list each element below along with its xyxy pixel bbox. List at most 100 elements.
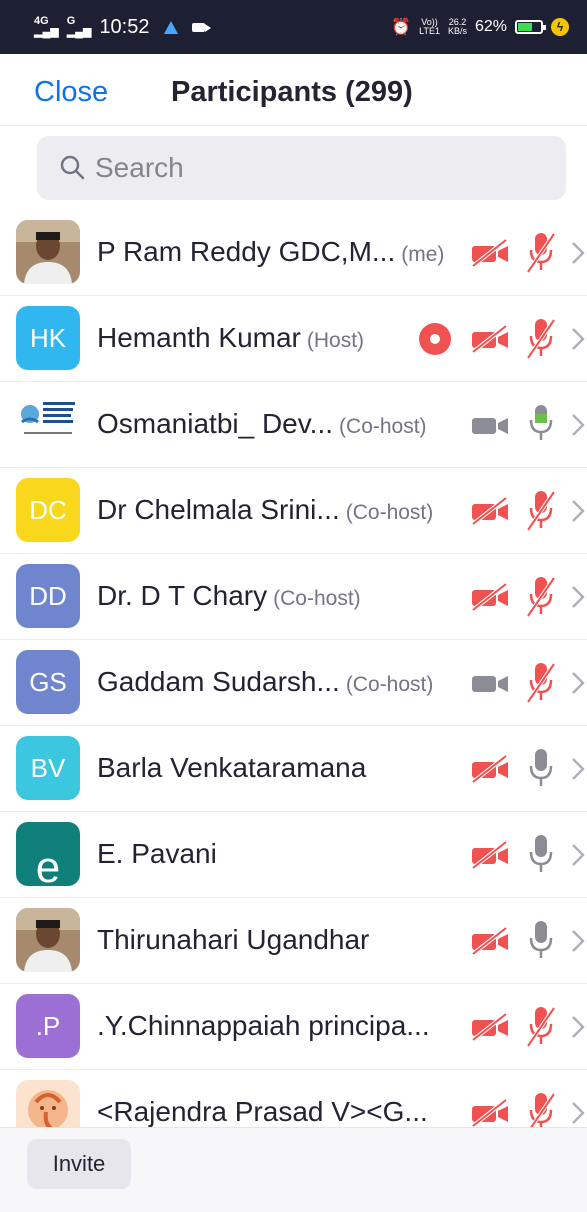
participant-row[interactable]: Thirunahari Ugandhar <box>0 898 587 984</box>
volte-icon: Vo)) LTE1 <box>419 18 440 36</box>
participant-name-text: Dr Chelmala Srini... <box>97 494 340 525</box>
participant-name-text: Thirunahari Ugandhar <box>97 924 370 955</box>
participant-name: Thirunahari Ugandhar <box>97 924 369 956</box>
network-4g-icon: 4G ▂▄▆ <box>34 16 59 38</box>
participant-row[interactable]: BV Barla Venkataramana <box>0 726 587 812</box>
signal-bars-icon: ▂▄▆ <box>66 26 92 38</box>
participant-row[interactable]: .P .Y.Chinnappaiah principa... <box>0 984 587 1070</box>
participant-row[interactable]: DD Dr. D T Chary (Co-host) <box>0 554 587 640</box>
participant-name-text: Hemanth Kumar <box>97 322 301 353</box>
avatar: GS <box>16 650 80 714</box>
participant-name: E. Pavani <box>97 838 217 870</box>
avatar <box>16 392 80 456</box>
chevron-right-icon[interactable] <box>570 584 586 610</box>
participant-row[interactable]: e E. Pavani <box>0 812 587 898</box>
participant-name: Dr. D T Chary (Co-host) <box>97 580 361 612</box>
chevron-right-icon[interactable] <box>570 928 586 954</box>
avatar: DC <box>16 478 80 542</box>
invite-button[interactable]: Invite <box>27 1139 131 1189</box>
avatar-initials: GS <box>29 666 67 697</box>
avatar-initials: e <box>35 843 61 886</box>
mic-icon[interactable] <box>524 918 558 964</box>
participant-name-text: P Ram Reddy GDC,M... <box>97 236 396 267</box>
search-input[interactable] <box>95 152 495 184</box>
search-icon <box>60 155 85 180</box>
page-title: Participants (299) <box>171 76 413 108</box>
avatar: e <box>16 822 80 886</box>
participant-row[interactable]: P Ram Reddy GDC,M... (me) <box>0 210 587 296</box>
video-on-icon[interactable] <box>470 668 512 698</box>
battery-percent: 62% <box>474 18 507 35</box>
participant-row[interactable]: <Rajendra Prasad V><G... <box>0 1070 587 1127</box>
status-bar: 4G ▂▄▆ G ▂▄▆ 10:52 ⏰ Vo)) LTE1 26.2 KB/s… <box>0 0 587 54</box>
participant-row[interactable]: HK Hemanth Kumar (Host) <box>0 296 587 382</box>
chevron-right-icon[interactable] <box>570 412 586 438</box>
mic-muted-icon[interactable] <box>524 488 558 534</box>
battery-icon <box>515 20 546 34</box>
video-off-icon[interactable] <box>470 1098 512 1127</box>
mic-muted-icon[interactable] <box>524 574 558 620</box>
person-photo-icon <box>16 908 80 972</box>
mic-icon[interactable] <box>524 746 558 792</box>
charging-icon: ϟ <box>551 18 569 36</box>
participant-name: <Rajendra Prasad V><G... <box>97 1096 428 1127</box>
participant-list[interactable]: P Ram Reddy GDC,M... (me) HK Hemanth Kumar (… <box>0 210 587 1127</box>
participant-role: (Co-host) <box>345 673 434 696</box>
close-button[interactable]: Close <box>34 76 108 109</box>
chevron-right-icon[interactable] <box>570 498 586 524</box>
osmania-logo-icon <box>16 392 80 456</box>
avatar: DD <box>16 564 80 628</box>
avatar: BV <box>16 736 80 800</box>
avatar-initials: .P <box>35 1010 61 1041</box>
mic-active-icon[interactable] <box>524 402 558 448</box>
chevron-right-icon[interactable] <box>570 1014 586 1040</box>
status-left: 4G ▂▄▆ G ▂▄▆ 10:52 <box>34 15 211 39</box>
mic-muted-icon[interactable] <box>524 1004 558 1050</box>
video-off-icon[interactable] <box>470 496 512 526</box>
participant-row[interactable]: GS Gaddam Sudarsh... (Co-host) <box>0 640 587 726</box>
avatar <box>16 908 80 972</box>
status-time: 10:52 <box>99 15 150 38</box>
warning-icon <box>163 20 178 34</box>
participant-name-text: Barla Venkataramana <box>97 752 367 783</box>
video-off-icon[interactable] <box>470 582 512 612</box>
avatar: .P <box>16 994 80 1058</box>
chevron-right-icon[interactable] <box>570 240 586 266</box>
participant-name-text: <Rajendra Prasad V><G... <box>97 1096 428 1127</box>
chevron-right-icon[interactable] <box>570 326 586 352</box>
video-off-icon[interactable] <box>470 324 512 354</box>
participant-name-text: Dr. D T Chary <box>97 580 268 611</box>
mic-muted-icon[interactable] <box>524 660 558 706</box>
alarm-icon: ⏰ <box>391 19 412 36</box>
recording-icon <box>419 323 451 355</box>
participant-name: Gaddam Sudarsh... (Co-host) <box>97 666 433 698</box>
chevron-right-icon[interactable] <box>570 842 586 868</box>
video-off-icon[interactable] <box>470 1012 512 1042</box>
chevron-right-icon[interactable] <box>570 756 586 782</box>
video-off-icon[interactable] <box>470 238 512 268</box>
participant-role: (Co-host) <box>273 587 361 610</box>
mic-icon[interactable] <box>524 832 558 878</box>
participant-role: (Co-host) <box>345 501 434 524</box>
person-photo-icon <box>16 220 80 284</box>
video-off-icon[interactable] <box>470 754 512 784</box>
participant-row[interactable]: Osmaniatbi_ Dev... (Co-host) <box>0 382 587 468</box>
battery-level <box>518 23 532 31</box>
participant-name: Barla Venkataramana <box>97 752 366 784</box>
avatar <box>16 220 80 284</box>
participant-row[interactable]: DC Dr Chelmala Srini... (Co-host) <box>0 468 587 554</box>
video-off-icon[interactable] <box>470 840 512 870</box>
mic-muted-icon[interactable] <box>524 1090 558 1127</box>
ganesha-illustration-icon <box>16 1080 80 1127</box>
avatar-initials: DD <box>29 580 67 611</box>
mic-muted-icon[interactable] <box>524 230 558 276</box>
avatar: HK <box>16 306 80 370</box>
status-right: ⏰ Vo)) LTE1 26.2 KB/s 62% ϟ <box>391 17 569 37</box>
participant-name-text: Gaddam Sudarsh... <box>97 666 340 697</box>
video-off-icon[interactable] <box>470 926 512 956</box>
mic-muted-icon[interactable] <box>524 316 558 362</box>
video-on-icon[interactable] <box>470 410 512 440</box>
search-box[interactable] <box>37 136 566 200</box>
chevron-right-icon[interactable] <box>570 1100 586 1126</box>
chevron-right-icon[interactable] <box>570 670 586 696</box>
